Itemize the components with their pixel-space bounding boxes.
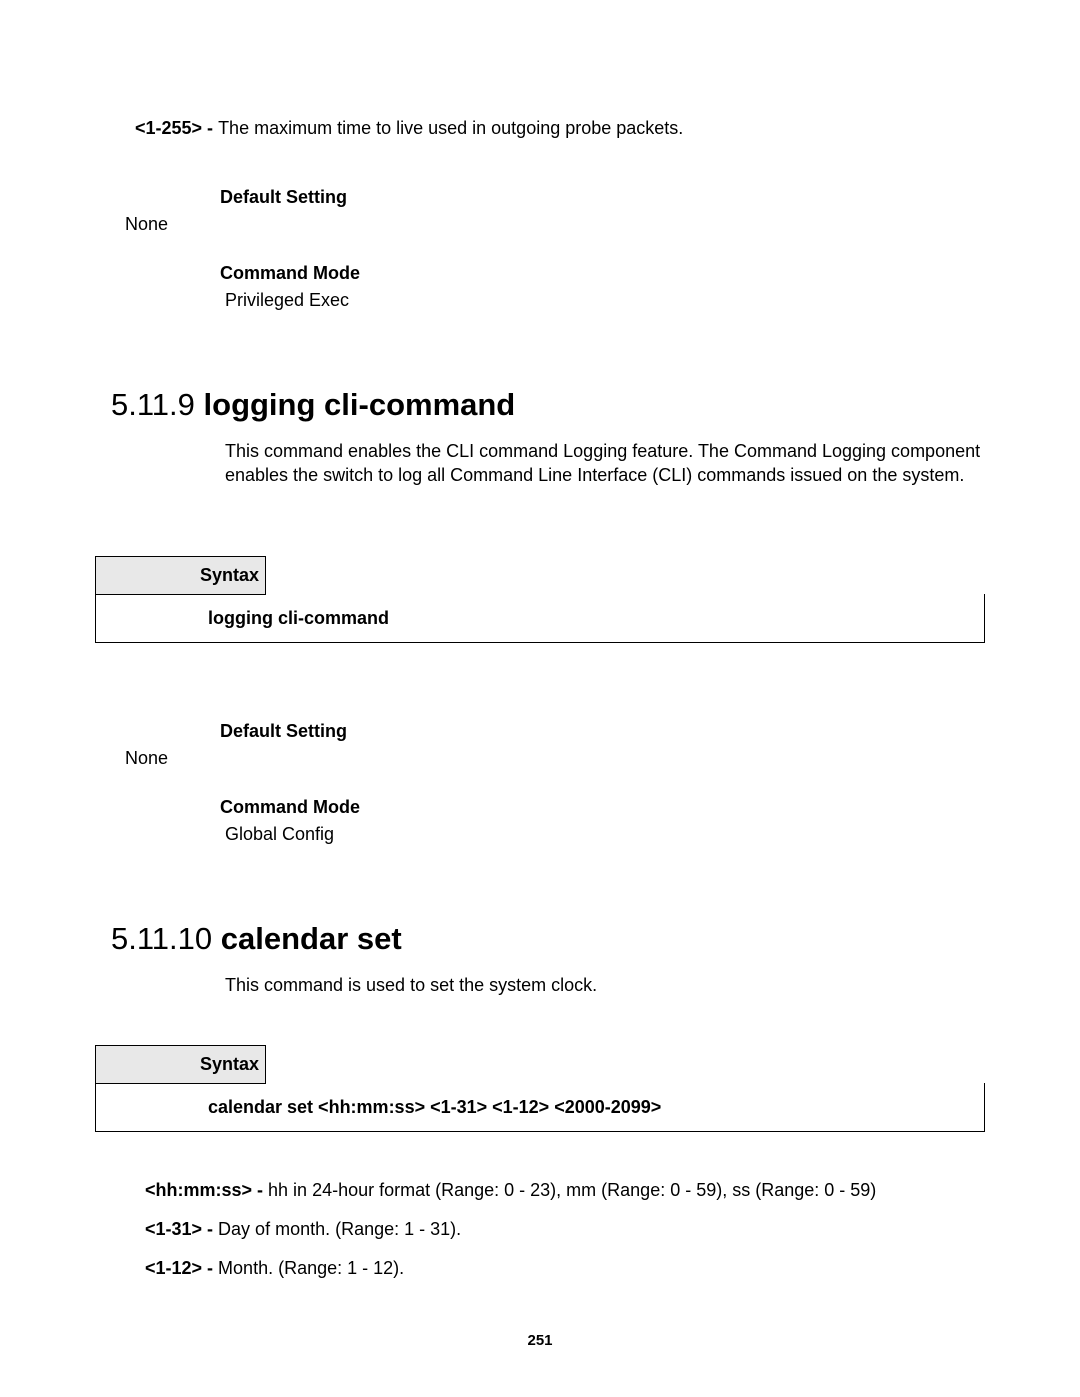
default-setting-heading-2: Default Setting	[95, 721, 985, 742]
syntax-header-blank-1	[266, 556, 985, 594]
syntax-header-row-2: Syntax	[96, 1045, 985, 1083]
command-mode-value-2: Global Config	[95, 824, 985, 845]
param-row-2: <1-31> - Day of month. (Range: 1 - 31).	[145, 1219, 985, 1240]
command-mode-heading-1: Command Mode	[95, 263, 985, 284]
param-text-2: Day of month. (Range: 1 - 31).	[218, 1219, 461, 1239]
section-number-5-11-9: 5.11.9	[111, 387, 204, 422]
syntax-label-cell-2: Syntax	[96, 1045, 266, 1083]
top-param-text: The maximum time to live used in outgoin…	[218, 118, 683, 138]
syntax-label-cell-1: Syntax	[96, 556, 266, 594]
top-param-line: <1-255> - The maximum time to live used …	[95, 118, 985, 139]
syntax-table-2: Syntax calendar set <hh:mm:ss> <1-31> <1…	[95, 1045, 985, 1132]
syntax-body-cell-1: logging cli-command	[96, 594, 985, 642]
default-setting-heading-1: Default Setting	[95, 187, 985, 208]
syntax-body-row-1: logging cli-command	[96, 594, 985, 642]
section-heading-5-11-9: 5.11.9 logging cli-command	[95, 387, 985, 423]
syntax-table-1: Syntax logging cli-command	[95, 556, 985, 643]
section-body-5-11-9: This command enables the CLI command Log…	[95, 439, 985, 488]
param-block: <hh:mm:ss> - hh in 24-hour format (Range…	[95, 1180, 985, 1279]
param-label-1: <hh:mm:ss> -	[145, 1180, 268, 1200]
section-title-5-11-10: calendar set	[221, 921, 402, 956]
page-number: 251	[0, 1332, 1080, 1349]
command-mode-heading-2: Command Mode	[95, 797, 985, 818]
top-param-label: <1-255> -	[135, 118, 218, 138]
section-gap-1	[95, 311, 985, 387]
param-label-2: <1-31> -	[145, 1219, 218, 1239]
param-row-1: <hh:mm:ss> - hh in 24-hour format (Range…	[145, 1180, 985, 1201]
default-setting-value-1: None	[95, 214, 985, 235]
section-gap-2	[95, 845, 985, 921]
section-number-5-11-10: 5.11.10	[111, 921, 221, 956]
section-body-5-11-10: This command is used to set the system c…	[95, 973, 985, 997]
default-setting-value-2: None	[95, 748, 985, 769]
syntax-header-blank-2	[266, 1045, 985, 1083]
param-label-3: <1-12> -	[145, 1258, 218, 1278]
section-heading-5-11-10: 5.11.10 calendar set	[95, 921, 985, 957]
param-text-1: hh in 24-hour format (Range: 0 - 23), mm…	[268, 1180, 876, 1200]
command-mode-value-1: Privileged Exec	[95, 290, 985, 311]
section-title-5-11-9: logging cli-command	[204, 387, 516, 422]
syntax-body-row-2: calendar set <hh:mm:ss> <1-31> <1-12> <2…	[96, 1083, 985, 1131]
page-content: <1-255> - The maximum time to live used …	[0, 0, 1080, 1279]
syntax-body-cell-2: calendar set <hh:mm:ss> <1-31> <1-12> <2…	[96, 1083, 985, 1131]
param-row-3: <1-12> - Month. (Range: 1 - 12).	[145, 1258, 985, 1279]
param-text-3: Month. (Range: 1 - 12).	[218, 1258, 404, 1278]
syntax-header-row: Syntax	[96, 556, 985, 594]
